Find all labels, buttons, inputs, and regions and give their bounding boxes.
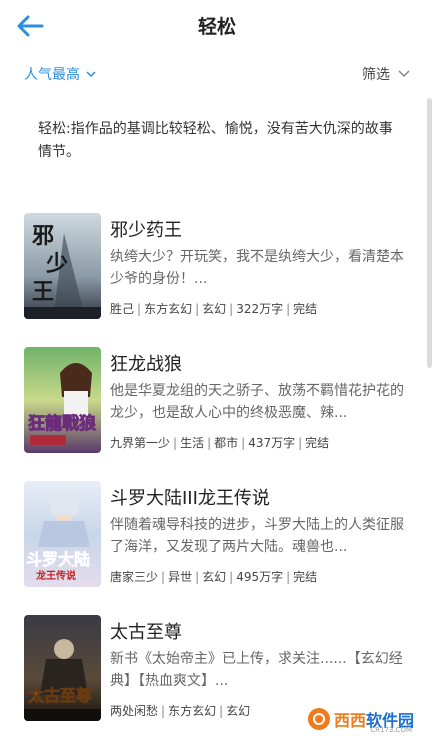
category-description: 轻松:指作品的基调比较轻松、愉悦，没有苦大仇深的故事情节。 [38,121,393,160]
book-title: 斗罗大陆III龙王传说 [110,488,270,509]
filter-button[interactable]: 筛选 [362,64,410,84]
book-title: 邪少药王 [110,220,182,241]
book-item[interactable]: 太古至尊 太古至尊 新书《太始帝主》已上传，求关注......【玄幻经典】【热血… [0,604,434,722]
book-genre: 玄幻 [202,302,227,316]
book-meta: 九界第一少 | 生活 | 都市 | 437万字 | 完结 [110,436,330,450]
book-cover-image: 邪 少 王 [24,213,101,319]
book-meta: 唐家三少 | 异世 | 玄幻 | 495万字 | 完结 [110,570,318,584]
chevron-down-icon [86,70,96,77]
book-item[interactable]: 邪 少 王 邪少药王 纨绔大少？开玩笑，我不是纨绔大少，看清楚本少爷的身份！..… [0,202,434,320]
book-cover-image: 狂龍戰狼 [24,347,101,453]
book-author: 唐家三少 [110,570,159,584]
book-genre: 玄幻 [202,570,227,584]
book-description: 他是华夏龙组的天之骄子、放荡不羁惜花护花的龙少，也是敌人心中的终极恶魔、辣... [110,383,404,421]
watermark-sub: CR173.COM [370,726,412,734]
svg-text:斗罗大陆: 斗罗大陆 [26,550,90,569]
book-cover-image: 太古至尊 [24,615,101,721]
page-title: 轻松 [197,16,236,38]
svg-text:太古至尊: 太古至尊 [27,686,92,705]
chevron-down-icon [398,70,410,78]
book-status: 完结 [293,302,318,316]
book-title: 狂龙战狼 [110,354,182,375]
watermark-text-a: 西西 [333,711,366,730]
svg-text:龙王传说: 龙王传说 [35,569,76,582]
book-description: 纨绔大少？开玩笑，我不是纨绔大少，看清楚本少爷的身份！... [110,249,404,287]
book-status: 完结 [305,436,330,450]
book-item[interactable]: 狂龍戰狼 狂龙战狼 他是华夏龙组的天之骄子、放荡不羁惜花护花的龙少，也是敌人心中… [0,336,434,454]
book-genre: 玄幻 [226,704,251,718]
filter-bar: 人气最高 筛选 [0,58,434,94]
book-subgenre: 生活 [180,436,205,450]
filter-label: 筛选 [362,67,390,83]
book-description: 新书《太始帝主》已上传，求关注......【玄幻经典】【热血爽文】... [110,651,403,689]
book-meta: 胜己 | 东方玄幻 | 玄幻 | 322万字 | 完结 [110,302,318,316]
svg-text:狂龍戰狼: 狂龍戰狼 [28,413,96,434]
book-cover-image: 斗罗大陆 龙王传说 [24,481,101,587]
book-word-count: 495万字 [236,570,284,584]
book-item[interactable]: 斗罗大陆 龙王传说 斗罗大陆III龙王传说 伴随着魂导科技的进步，斗罗大陆上的人… [0,470,434,588]
svg-text:少: 少 [45,251,68,277]
book-title: 太古至尊 [110,622,182,643]
book-word-count: 322万字 [236,302,284,316]
book-author: 两处闲愁 [110,704,159,718]
svg-text:王: 王 [32,279,54,305]
app-header: 轻松 [0,0,434,52]
book-status: 完结 [293,570,318,584]
sort-dropdown[interactable]: 人气最高 [24,64,96,84]
book-author: 九界第一少 [110,436,171,450]
book-meta: 两处闲愁 | 东方玄幻 | 玄幻 [110,704,251,718]
svg-text:邪: 邪 [31,223,54,249]
book-author: 胜己 [110,302,135,316]
book-word-count: 437万字 [248,436,296,450]
book-subgenre: 东方玄幻 [168,704,217,718]
book-genre: 都市 [214,436,239,450]
watermark-logo-icon [307,708,330,730]
sort-label: 人气最高 [24,67,80,83]
book-subgenre: 东方玄幻 [144,302,193,316]
book-subgenre: 异世 [168,570,193,584]
book-description: 伴随着魂导科技的进步，斗罗大陆上的人类征服了海洋，又发现了两片大陆。魂兽也... [110,517,404,555]
